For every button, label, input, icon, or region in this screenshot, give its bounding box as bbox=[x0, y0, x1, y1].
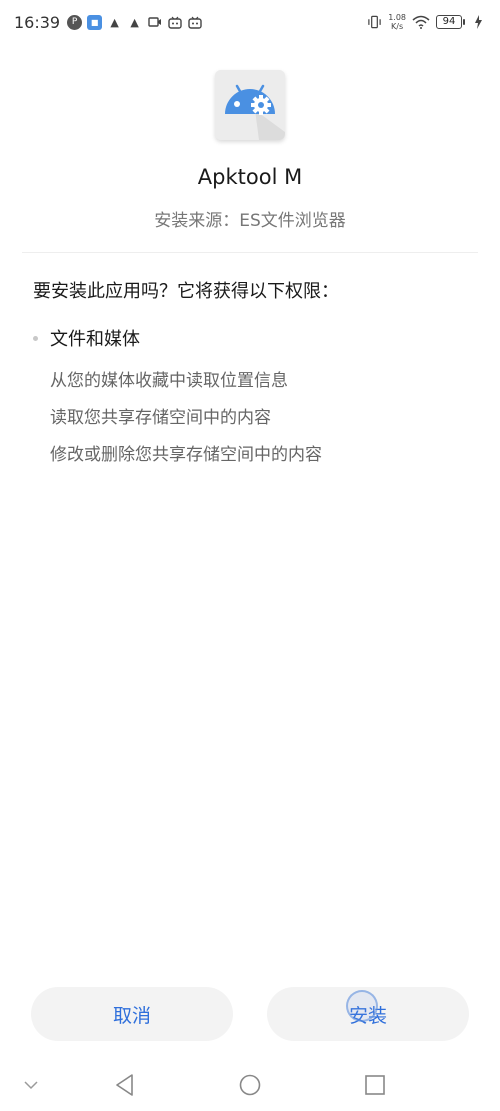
permission-group-header: 文件和媒体 bbox=[33, 325, 473, 351]
battery-level: 94 bbox=[442, 16, 456, 27]
bullet-icon bbox=[33, 335, 38, 341]
vibrate-icon bbox=[367, 15, 382, 30]
bilibili-icon bbox=[187, 15, 202, 30]
a-icon: ▲ bbox=[130, 15, 139, 29]
net-speed-unit: K/s bbox=[391, 22, 404, 31]
install-button[interactable]: 安装 bbox=[267, 987, 469, 1041]
android-gear-icon bbox=[215, 70, 285, 140]
bilibili-icon bbox=[167, 15, 182, 30]
net-speed: 1.08 K/s bbox=[388, 13, 406, 31]
permission-item: 从您的媒体收藏中读取位置信息 bbox=[50, 371, 288, 391]
app-icon: ■ bbox=[87, 14, 103, 30]
permission-group-title: 文件和媒体 bbox=[50, 329, 140, 350]
home-icon[interactable] bbox=[235, 1070, 265, 1100]
recents-icon[interactable] bbox=[360, 1070, 390, 1100]
permission-item: 修改或删除您共享存储空间中的内容 bbox=[50, 445, 322, 465]
battery-icon: 94 bbox=[436, 15, 465, 29]
status-bar-right: 1.08 K/s 94 bbox=[367, 13, 486, 31]
video-icon bbox=[147, 15, 162, 30]
app-name: Apktool M bbox=[197, 165, 303, 189]
install-source: 安装来源：ES文件浏览器 bbox=[154, 211, 346, 231]
status-bar: 16:39 P ■ ▲ ▲ 1.08 K/s 94 bbox=[0, 0, 500, 44]
permission-list: 从您的媒体收藏中读取位置信息 读取您共享存储空间中的内容 修改或删除您共享存储空… bbox=[33, 363, 473, 474]
navigation-bar bbox=[0, 1060, 500, 1111]
status-bar-left: 16:39 P ■ ▲ ▲ bbox=[14, 13, 202, 32]
permission-item: 读取您共享存储空间中的内容 bbox=[50, 408, 271, 428]
wifi-icon bbox=[412, 15, 430, 30]
chevron-down-icon[interactable] bbox=[16, 1070, 46, 1100]
back-icon[interactable] bbox=[110, 1070, 140, 1100]
divider bbox=[22, 252, 478, 253]
net-speed-value: 1.08 bbox=[388, 13, 406, 22]
install-prompt: 要安装此应用吗？它将获得以下权限： bbox=[33, 281, 339, 302]
charging-icon bbox=[471, 15, 486, 30]
install-screen: 16:39 P ■ ▲ ▲ 1.08 K/s 94 Apktool M 安装来源… bbox=[0, 0, 500, 1111]
a-icon: ▲ bbox=[110, 15, 119, 29]
p-icon: P bbox=[67, 14, 83, 30]
permission-group: 文件和媒体 从您的媒体收藏中读取位置信息 读取您共享存储空间中的内容 修改或删除… bbox=[33, 325, 473, 474]
cancel-button[interactable]: 取消 bbox=[31, 987, 233, 1041]
status-time: 16:39 bbox=[14, 12, 61, 32]
